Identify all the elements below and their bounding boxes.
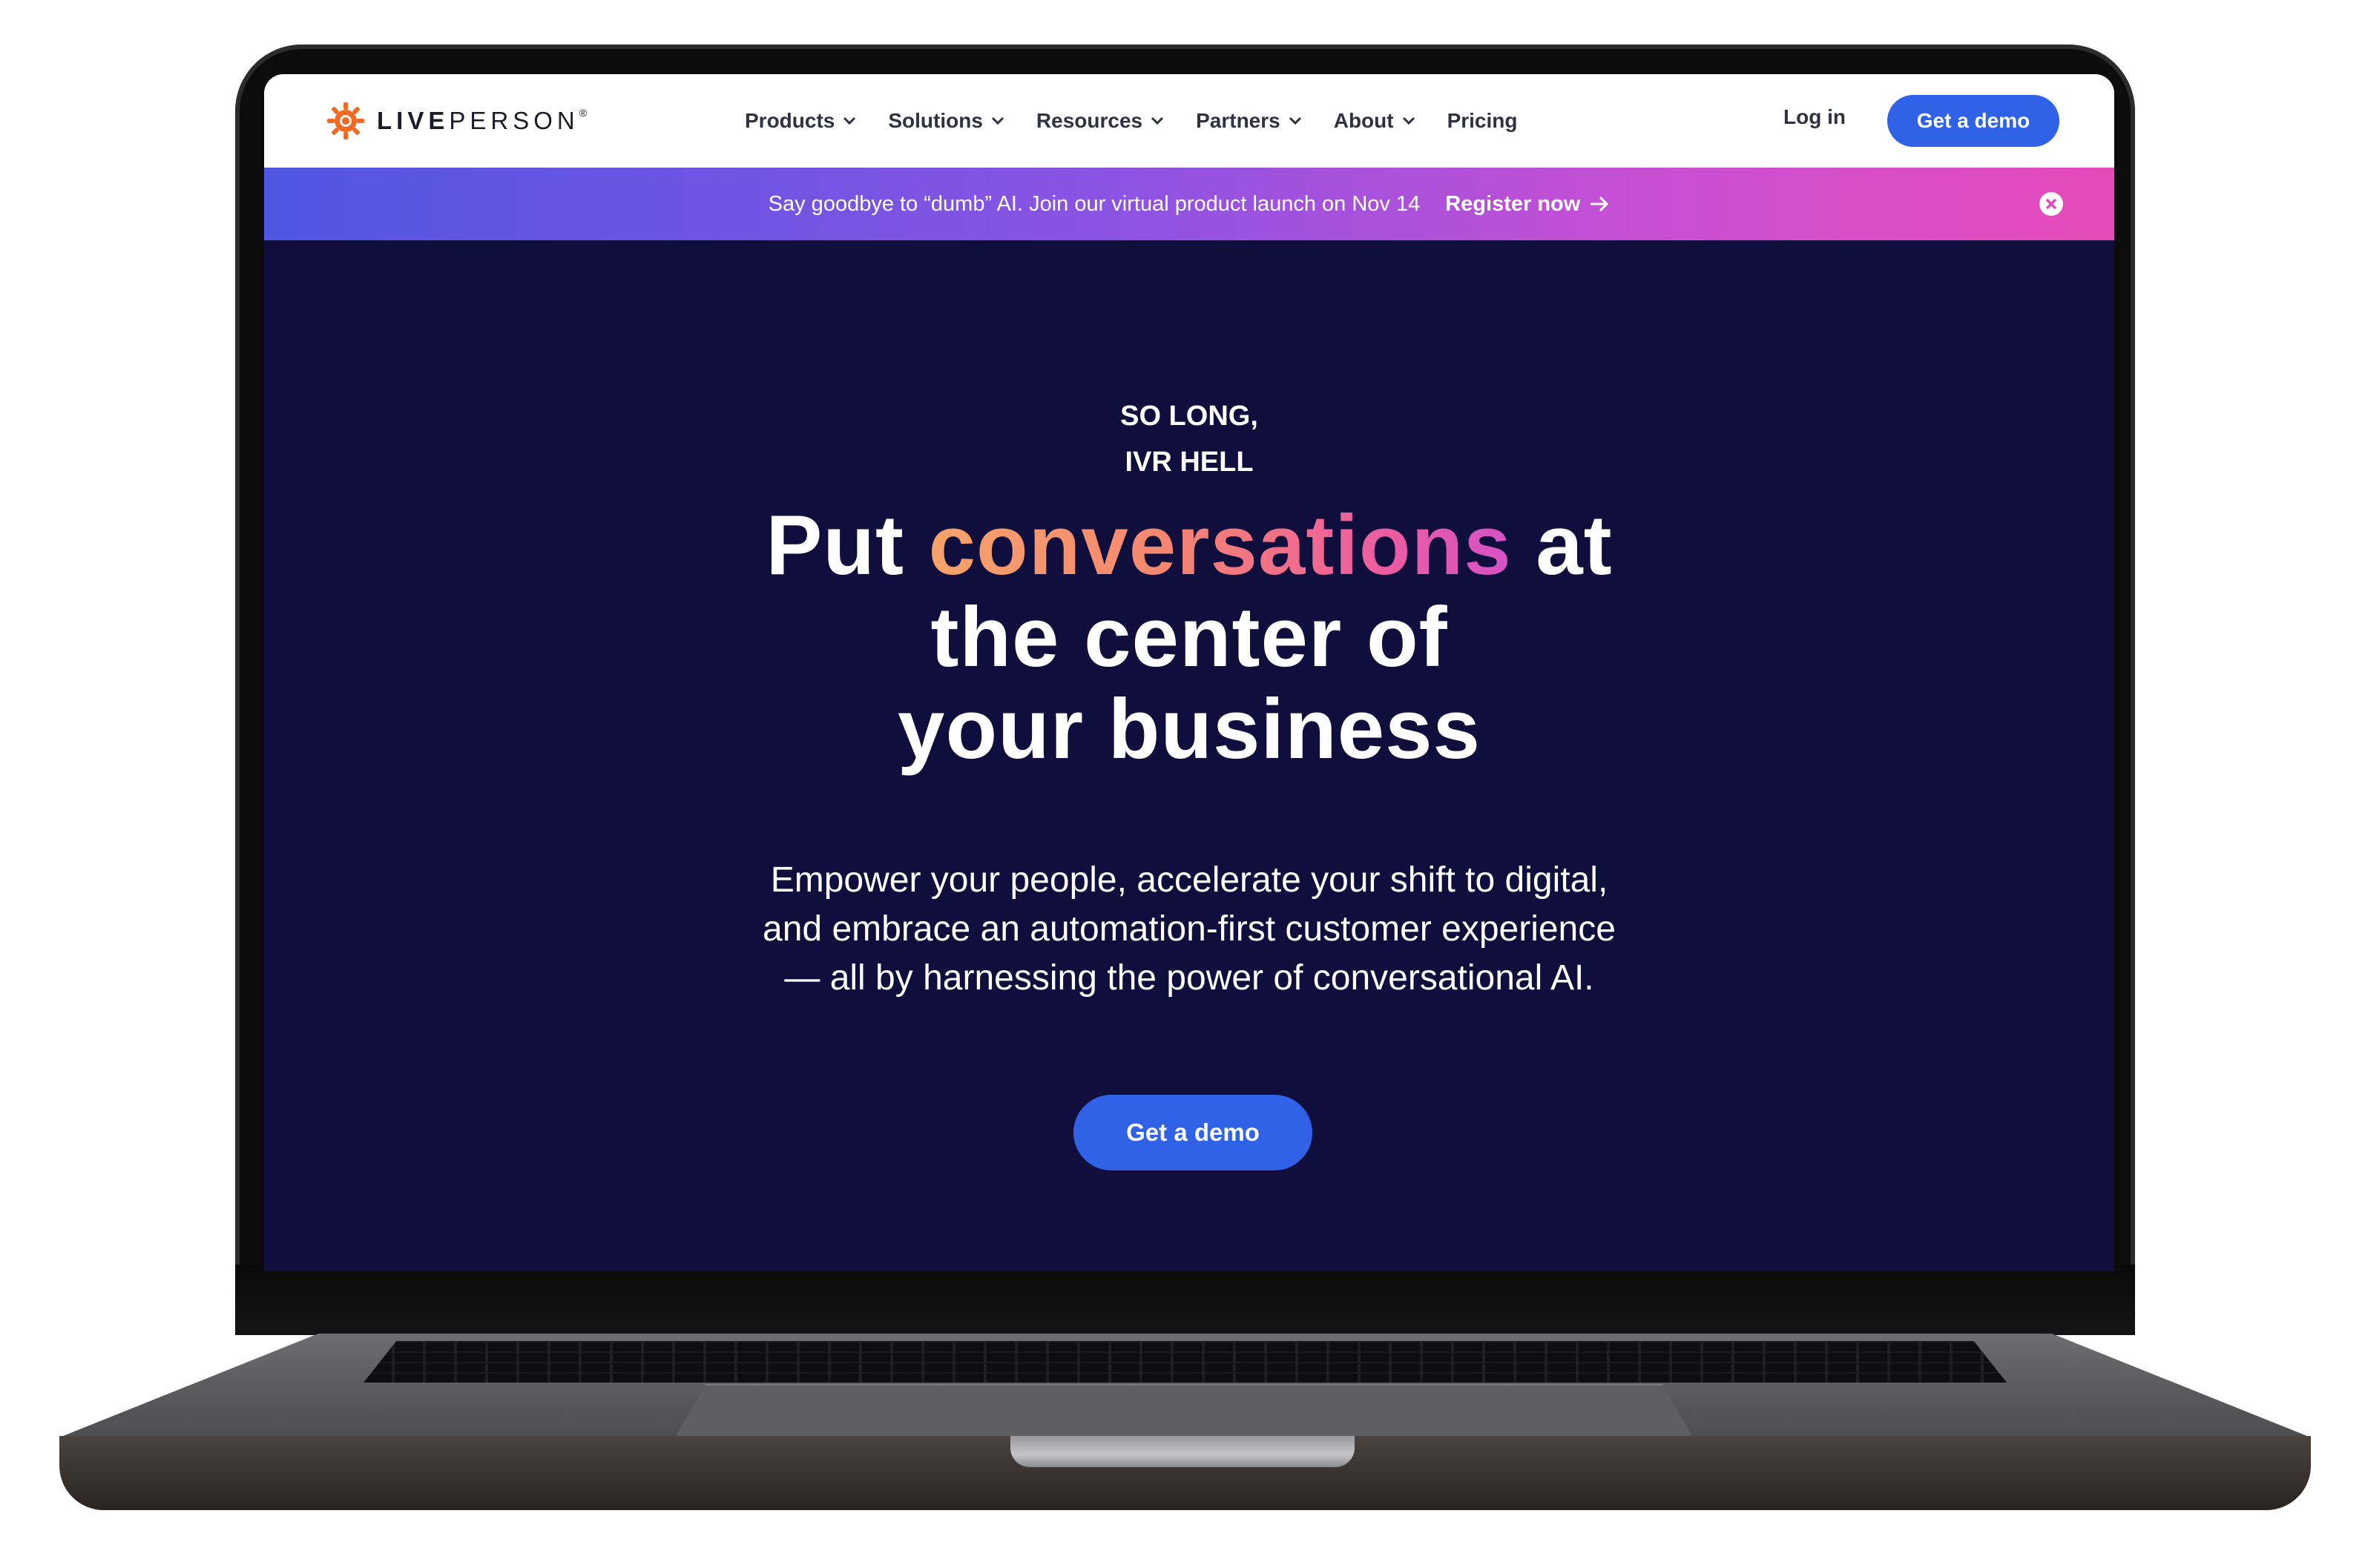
- register-now-label: Register now: [1445, 191, 1581, 216]
- chevron-down-icon: [843, 116, 856, 125]
- laptop-mockup: LIVEPERSON® Products Solutions Resources…: [0, 0, 2365, 1568]
- hero-eyebrow: SO LONG, IVR HELL: [264, 393, 2114, 485]
- nav-label: Pricing: [1447, 109, 1518, 132]
- nav-label: Products: [745, 109, 835, 132]
- nav-label: Partners: [1196, 109, 1280, 132]
- laptop-bezel-bottom: [235, 1265, 2135, 1335]
- eyebrow-line-1: SO LONG,: [1120, 401, 1258, 432]
- subcopy-line-3: — all by harnessing the power of convers…: [784, 958, 1594, 998]
- headline-line-3: your business: [898, 682, 1481, 777]
- laptop-notch: [1010, 1436, 1355, 1467]
- nav-label: About: [1333, 109, 1394, 132]
- chevron-down-icon: [991, 116, 1004, 125]
- laptop-trackpad: [675, 1384, 1693, 1437]
- hero-section: SO LONG, IVR HELL Put conversations at t…: [264, 240, 2114, 1271]
- subcopy-line-2: and embrace an automation-first customer…: [763, 909, 1616, 949]
- brand-name-bold: LIVE: [377, 107, 450, 134]
- headline-line-2: the center of: [930, 590, 1448, 685]
- nav-item-solutions[interactable]: Solutions: [888, 109, 1005, 133]
- login-link[interactable]: Log in: [1783, 105, 1846, 129]
- browser-viewport: LIVEPERSON® Products Solutions Resources…: [264, 74, 2114, 1271]
- nav-item-pricing[interactable]: Pricing: [1447, 109, 1518, 133]
- nav-item-resources[interactable]: Resources: [1036, 109, 1165, 133]
- hero-subcopy: Empower your people, accelerate your shi…: [264, 856, 2114, 1003]
- headline-pre: Put: [766, 498, 929, 593]
- registered-mark: ®: [579, 107, 588, 119]
- register-now-link[interactable]: Register now: [1445, 192, 1610, 217]
- chevron-down-icon: [1289, 116, 1301, 125]
- headline-line-1: Put conversations at: [264, 500, 2114, 592]
- sun-logo-icon: [327, 102, 364, 139]
- brand-name-rest: PERSON: [449, 107, 579, 134]
- eyebrow-line-2: IVR HELL: [1125, 447, 1254, 478]
- nav-label: Resources: [1036, 109, 1143, 132]
- announcement-banner: Say goodbye to “dumb” AI. Join our virtu…: [264, 168, 2114, 240]
- chevron-down-icon: [1402, 116, 1415, 125]
- banner-text: Say goodbye to “dumb” AI. Join our virtu…: [768, 191, 1421, 216]
- get-demo-button-hero[interactable]: Get a demo: [1073, 1095, 1312, 1170]
- nav-item-products[interactable]: Products: [745, 109, 857, 133]
- liveperson-logo[interactable]: LIVEPERSON®: [326, 101, 587, 141]
- get-demo-button-header[interactable]: Get a demo: [1887, 95, 2059, 147]
- site-header: LIVEPERSON® Products Solutions Resources…: [264, 74, 2114, 168]
- brand-wordmark: LIVEPERSON®: [377, 107, 587, 135]
- subcopy-line-1: Empower your people, accelerate your shi…: [770, 860, 1608, 900]
- headline-post: at: [1511, 498, 1613, 593]
- nav-label: Solutions: [888, 109, 983, 132]
- close-circle-icon[interactable]: [2039, 191, 2064, 217]
- arrow-right-icon: [1591, 196, 1609, 212]
- nav-item-partners[interactable]: Partners: [1196, 109, 1303, 133]
- nav-item-about[interactable]: About: [1334, 109, 1416, 133]
- chevron-down-icon: [1151, 116, 1164, 125]
- headline-highlight: conversations: [928, 498, 1512, 593]
- main-nav: Products Solutions Resources Partners Ab…: [745, 74, 1518, 168]
- hero-headline: Put conversations at the center of your …: [264, 500, 2114, 776]
- laptop-keyboard: [364, 1341, 2007, 1383]
